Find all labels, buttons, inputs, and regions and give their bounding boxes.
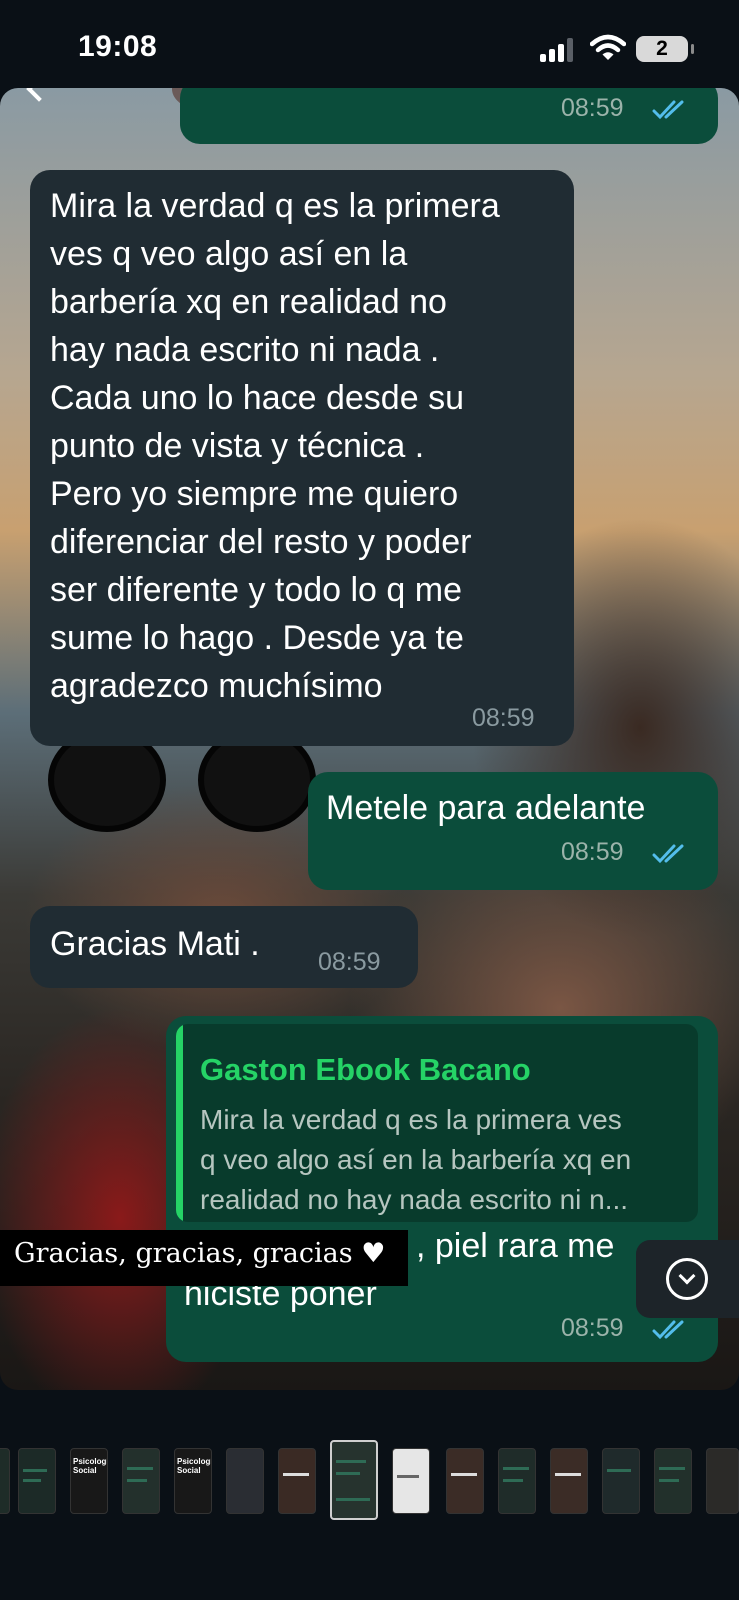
double-check-icon [652,1320,688,1340]
chevron-down-circle-icon [666,1258,708,1300]
story-thumbnail[interactable]: Psicología Social [70,1448,108,1514]
story-thumbnail[interactable] [392,1448,430,1514]
message-bubble-outgoing-reply[interactable]: Gaston Ebook Bacano Mira la verdad q es … [166,1016,718,1362]
quote-line: q veo algo así en la barbería xq en [200,1144,632,1175]
message-line: hay nada escrito ni nada . [50,331,440,369]
quote-line: realidad no hay nada escrito ni n... [200,1184,629,1215]
quote-accent-bar [176,1024,183,1222]
story-thumbnail[interactable] [122,1448,160,1514]
message-line: Mira la verdad q es la primera [50,187,500,225]
story-thumbnail[interactable] [550,1448,588,1514]
chat-screen[interactable]: 08:59 Mira la verdad q es la primera ves… [0,88,739,1390]
message-line: sume lo hago . Desde ya te [50,619,464,657]
battery-indicator: 2 [636,36,694,62]
message-line: barbería xq en realidad no [50,283,447,321]
thumbnail-label: Psicología Social [73,1457,107,1475]
message-time: 08:59 [318,948,381,976]
cellular-signal-icon [540,38,578,62]
story-thumbnail-current[interactable] [330,1440,378,1520]
wifi-icon [589,34,627,62]
quoted-message[interactable]: Gaston Ebook Bacano Mira la verdad q es … [176,1024,698,1222]
message-line: punto de vista y técnica . [50,427,425,465]
story-thumbnail[interactable] [0,1448,10,1514]
message-line: Pero yo siempre me quiero [50,475,459,513]
message-bubble-incoming[interactable]: Gracias Mati . 08:59 [30,906,418,988]
quote-author: Gaston Ebook Bacano [200,1052,531,1087]
story-thumbnail[interactable] [278,1448,316,1514]
message-time: 08:59 [561,838,624,866]
message-line: Cada uno lo hace desde su [50,379,464,417]
thumbnail-label: Psicología Social [177,1457,211,1475]
story-thumbnail-strip[interactable]: Psicología Social Psicología Social [0,1440,739,1520]
message-line: agradezco muchísimo [50,667,383,705]
quote-line: Mira la verdad q es la primera ves [200,1104,622,1135]
message-bubble-outgoing[interactable]: Metele para adelante 08:59 [308,772,718,890]
story-thumbnail[interactable] [602,1448,640,1514]
story-thumbnail[interactable] [18,1448,56,1514]
double-check-icon [652,844,688,864]
message-time: 08:59 [472,704,535,732]
story-thumbnail[interactable] [654,1448,692,1514]
message-time: 08:59 [561,1314,624,1342]
story-text-sticker: Gracias, gracias, gracias ♥ [0,1230,408,1286]
message-line: diferenciar del resto y poder [50,523,472,561]
story-thumbnail[interactable] [446,1448,484,1514]
status-time: 19:08 [78,30,158,63]
scroll-to-bottom-button[interactable] [636,1240,739,1318]
story-thumbnail[interactable] [706,1448,739,1514]
story-text: Gracias, gracias, gracias ♥ [14,1238,386,1269]
message-time: 08:59 [561,94,624,122]
message-line: ves q veo algo así en la [50,235,408,273]
message-text: Metele para adelante [326,789,646,827]
double-check-icon [652,100,688,120]
story-thumbnail[interactable]: Psicología Social [174,1448,212,1514]
back-arrow-icon[interactable] [26,88,52,102]
story-thumbnail[interactable] [498,1448,536,1514]
story-thumbnail[interactable] [226,1448,264,1514]
status-bar: 19:08 2 [0,0,739,92]
message-text: Gracias Mati . [50,925,260,963]
message-bubble-incoming[interactable]: Mira la verdad q es la primera ves q veo… [30,170,574,746]
message-line: ser diferente y todo lo q me [50,571,463,609]
message-bubble-outgoing-partial[interactable]: 08:59 [180,88,718,144]
